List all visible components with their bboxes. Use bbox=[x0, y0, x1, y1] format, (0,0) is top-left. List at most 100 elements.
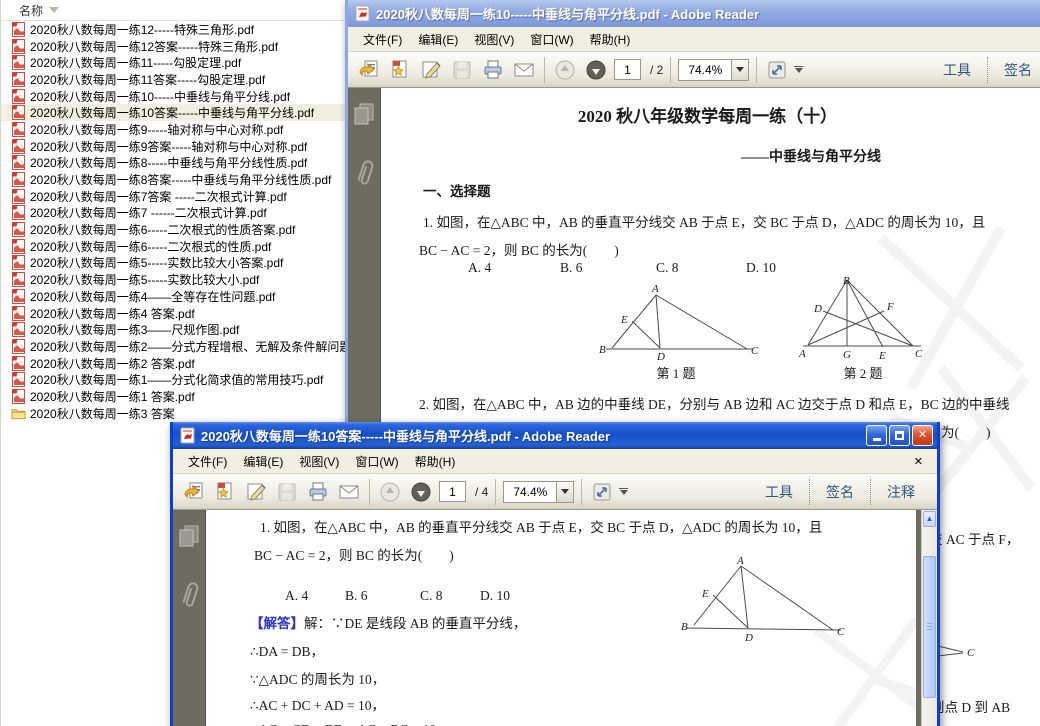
option-b: B. 6 bbox=[345, 588, 368, 604]
svg-text:D: D bbox=[656, 351, 665, 361]
title-bar[interactable]: 2020秋八数每周一练10答案-----中垂线与角平分线.pdf - Adobe… bbox=[173, 422, 937, 449]
next-page-icon[interactable] bbox=[408, 479, 434, 505]
list-item[interactable]: 2020秋八数每周一练11-----勾股定理.pdf bbox=[1, 54, 345, 71]
toolbar-more-button[interactable] bbox=[794, 66, 803, 74]
page-number-input[interactable] bbox=[614, 59, 641, 80]
vertical-scrollbar[interactable]: ▲ bbox=[921, 510, 937, 726]
zoom-level-input[interactable] bbox=[503, 481, 557, 503]
zoom-level-input[interactable] bbox=[678, 59, 732, 81]
page-thumbnails-icon[interactable] bbox=[353, 102, 375, 126]
desktop: 名称 2020秋八数每周一练12-----特殊三角形.pdf 2020秋八数每周… bbox=[0, 0, 1040, 726]
menu-file[interactable]: 文件(F) bbox=[181, 450, 234, 473]
scroll-up-button[interactable]: ▲ bbox=[923, 511, 936, 527]
edit-sign-icon[interactable] bbox=[418, 57, 444, 83]
pdf-file-icon bbox=[11, 339, 26, 354]
menu-edit[interactable]: 编辑(E) bbox=[236, 450, 290, 473]
previous-page-icon[interactable] bbox=[377, 479, 403, 505]
list-item[interactable]: 2020秋八数每周一练1 答案.pdf bbox=[1, 388, 345, 405]
menu-help[interactable]: 帮助(H) bbox=[408, 450, 463, 473]
page-thumbnails-icon[interactable] bbox=[178, 524, 200, 548]
doc-subtitle: ——中垂线与角平分线 bbox=[681, 146, 941, 166]
print-icon[interactable] bbox=[305, 479, 331, 505]
next-page-icon[interactable] bbox=[583, 57, 609, 83]
toolbar: / 2 工具 签名 bbox=[348, 52, 1040, 88]
attachments-paperclip-icon[interactable] bbox=[354, 156, 374, 190]
solution-step-1: ∴DA = DB， bbox=[250, 640, 324, 660]
menu-window[interactable]: 窗口(W) bbox=[523, 28, 580, 51]
edit-sign-icon[interactable] bbox=[243, 479, 269, 505]
tools-button[interactable]: 工具 bbox=[751, 482, 807, 502]
list-item[interactable]: 2020秋八数每周一练11答案-----勾股定理.pdf bbox=[1, 71, 345, 88]
list-item[interactable]: 2020秋八数每周一练6-----二次根式的性质答案.pdf bbox=[1, 221, 345, 238]
pdf-file-icon bbox=[11, 72, 26, 87]
list-item[interactable]: 2020秋八数每周一练3 答案 bbox=[1, 405, 345, 422]
list-item[interactable]: 2020秋八数每周一练1——分式化简求值的常用技巧.pdf bbox=[1, 371, 345, 388]
list-item[interactable]: 2020秋八数每周一练7 ------二次根式计算.pdf bbox=[1, 205, 345, 222]
close-button[interactable]: ✕ bbox=[912, 425, 933, 446]
list-item[interactable]: 2020秋八数每周一练9-----轴对称与中心对称.pdf bbox=[1, 121, 345, 138]
maximize-button[interactable] bbox=[889, 425, 910, 446]
list-item[interactable]: 2020秋八数每周一练10-----中垂线与角平分线.pdf bbox=[1, 88, 345, 105]
close-document-button[interactable]: ✕ bbox=[914, 455, 929, 468]
email-icon[interactable] bbox=[511, 57, 537, 83]
list-item[interactable]: 2020秋八数每周一练8答案-----中垂线与角平分线性质.pdf bbox=[1, 171, 345, 188]
list-item[interactable]: 2020秋八数每周一练4——全等存在性问题.pdf bbox=[1, 288, 345, 305]
menu-file[interactable]: 文件(F) bbox=[356, 28, 409, 51]
fit-window-icon[interactable] bbox=[589, 479, 615, 505]
print-icon[interactable] bbox=[480, 57, 506, 83]
list-item[interactable]: 2020秋八数每周一练12答案-----特殊三角形.pdf bbox=[1, 38, 345, 55]
file-name: 2020秋八数每周一练6-----二次根式的性质答案.pdf bbox=[30, 221, 295, 238]
list-item[interactable]: 2020秋八数每周一练5-----实数比较大小答案.pdf bbox=[1, 255, 345, 272]
list-item[interactable]: 2020秋八数每周一练6-----二次根式的性质.pdf bbox=[1, 238, 345, 255]
adobe-reader-window-answer: 2020秋八数每周一练10答案-----中垂线与角平分线.pdf - Adobe… bbox=[170, 422, 940, 726]
svg-text:C: C bbox=[751, 345, 759, 357]
zoom-dropdown-button[interactable] bbox=[557, 481, 574, 503]
save-icon[interactable] bbox=[449, 57, 475, 83]
tools-button[interactable]: 工具 bbox=[929, 60, 985, 80]
comment-button[interactable]: 注释 bbox=[873, 482, 929, 502]
list-item[interactable]: 2020秋八数每周一练9答案-----轴对称与中心对称.pdf bbox=[1, 138, 345, 155]
menu-bar: 文件(F) 编辑(E) 视图(V) 窗口(W) 帮助(H) ✕ bbox=[173, 449, 937, 474]
menu-help[interactable]: 帮助(H) bbox=[583, 28, 638, 51]
menu-window[interactable]: 窗口(W) bbox=[348, 450, 405, 473]
solution-step-2: ∵△ADC 的周长为 10， bbox=[250, 668, 385, 688]
file-icon bbox=[11, 356, 26, 371]
toolbar-more-button[interactable] bbox=[619, 488, 628, 496]
list-item[interactable]: 2020秋八数每周一练2 答案.pdf bbox=[1, 355, 345, 372]
option-c: C. 8 bbox=[420, 588, 443, 604]
scrollbar-thumb[interactable] bbox=[923, 556, 936, 698]
zoom-dropdown-button[interactable] bbox=[732, 59, 749, 81]
list-item[interactable]: 2020秋八数每周一练7答案 -----二次根式计算.pdf bbox=[1, 188, 345, 205]
email-icon[interactable] bbox=[336, 479, 362, 505]
fit-window-icon[interactable] bbox=[764, 57, 790, 83]
list-item[interactable]: 2020秋八数每周一练4 答案.pdf bbox=[1, 305, 345, 322]
list-item[interactable]: 2020秋八数每周一练12-----特殊三角形.pdf bbox=[1, 21, 345, 38]
menu-view[interactable]: 视图(V) bbox=[467, 28, 521, 51]
list-item[interactable]: 2020秋八数每周一练2——分式方程增根、无解及条件解问题.pdf bbox=[1, 338, 345, 355]
file-name: 2020秋八数每周一练4——全等存在性问题.pdf bbox=[30, 288, 275, 305]
menu-edit[interactable]: 编辑(E) bbox=[411, 28, 465, 51]
open-file-icon[interactable] bbox=[181, 479, 207, 505]
page-number-input[interactable] bbox=[439, 481, 466, 502]
attachments-paperclip-icon[interactable] bbox=[179, 578, 199, 612]
title-bar[interactable]: 2020秋八数每周一练10-----中垂线与角平分线.pdf - Adobe R… bbox=[348, 0, 1040, 27]
file-name: 2020秋八数每周一练6-----二次根式的性质.pdf bbox=[30, 238, 271, 255]
option-a: A. 4 bbox=[285, 588, 308, 604]
svg-text:C: C bbox=[915, 348, 923, 360]
column-header-name[interactable]: 名称 bbox=[1, 0, 345, 21]
create-pdf-icon[interactable] bbox=[212, 479, 238, 505]
save-icon[interactable] bbox=[274, 479, 300, 505]
menu-view[interactable]: 视图(V) bbox=[292, 450, 346, 473]
file-name: 2020秋八数每周一练3 答案 bbox=[30, 405, 175, 422]
minimize-button[interactable] bbox=[866, 425, 887, 446]
list-item[interactable]: 2020秋八数每周一练8-----中垂线与角平分线性质.pdf bbox=[1, 155, 345, 172]
list-item[interactable]: 2020秋八数每周一练3——尺规作图.pdf bbox=[1, 321, 345, 338]
list-item[interactable]: 2020秋八数每周一练10答案-----中垂线与角平分线.pdf bbox=[1, 104, 345, 121]
open-file-icon[interactable] bbox=[356, 57, 382, 83]
file-name: 2020秋八数每周一练2——分式方程增根、无解及条件解问题.pdf bbox=[30, 338, 345, 355]
sign-button[interactable]: 签名 bbox=[812, 482, 868, 502]
create-pdf-icon[interactable] bbox=[387, 57, 413, 83]
list-item[interactable]: 2020秋八数每周一练5-----实数比较大小.pdf bbox=[1, 271, 345, 288]
previous-page-icon[interactable] bbox=[552, 57, 578, 83]
sign-button[interactable]: 签名 bbox=[990, 60, 1040, 80]
